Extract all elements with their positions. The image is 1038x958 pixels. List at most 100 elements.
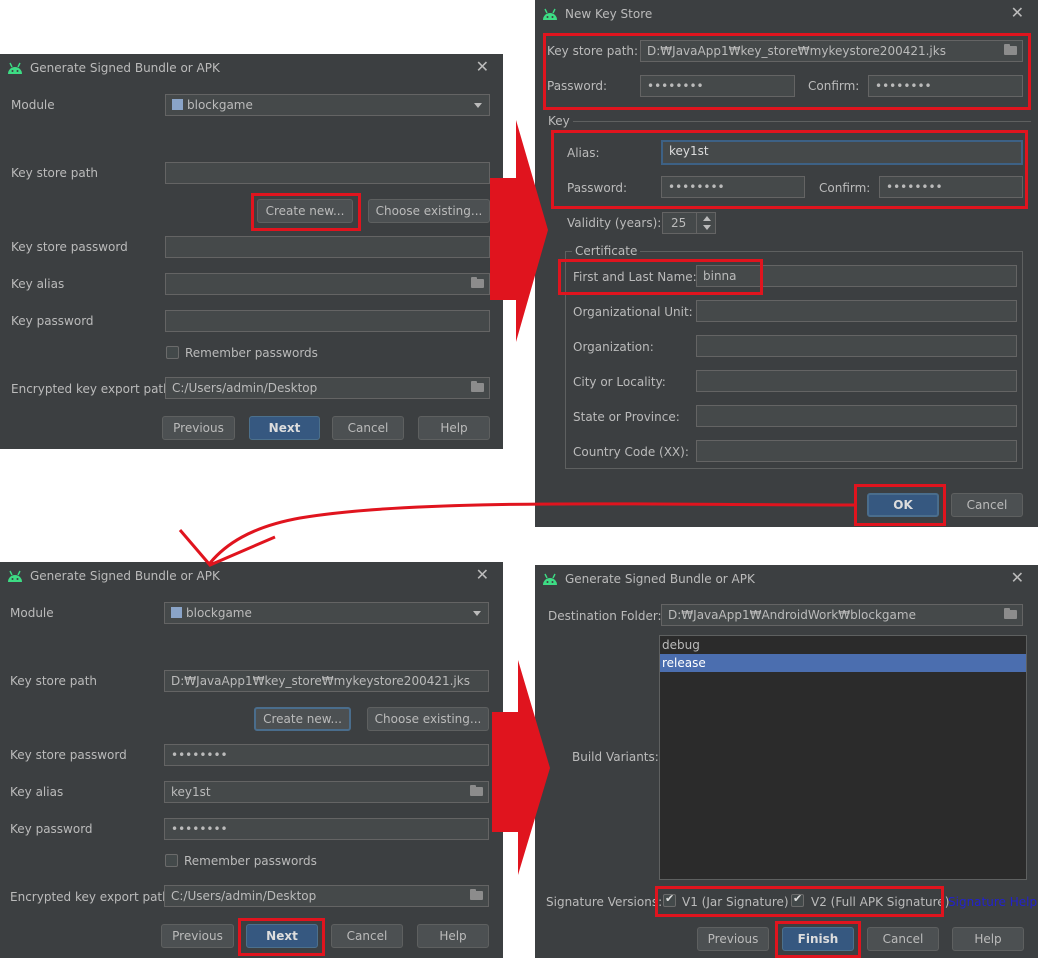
destination-input[interactable]: D:₩JavaApp1₩AndroidWork₩blockgame xyxy=(661,604,1023,626)
dialog-new-key-store: New Key Store ✕ Key store path: D:₩JavaA… xyxy=(535,0,1038,527)
previous-button[interactable]: Previous xyxy=(161,924,234,948)
key-password-input[interactable]: •••••••• xyxy=(164,818,489,840)
folder-icon[interactable] xyxy=(1004,44,1017,55)
export-path-input[interactable]: C:/Users/admin/Desktop xyxy=(164,885,489,907)
keystore-password-label: Key store password xyxy=(10,748,127,762)
choose-existing-button[interactable]: Choose existing... xyxy=(368,199,490,223)
validity-spinner[interactable]: 25 xyxy=(662,212,716,234)
finish-button[interactable]: Finish xyxy=(782,927,854,951)
cancel-button[interactable]: Cancel xyxy=(332,416,404,440)
export-path-input[interactable]: C:/Users/admin/Desktop xyxy=(165,377,490,399)
key-password-input[interactable]: •••••••• xyxy=(661,176,805,198)
alias-input[interactable]: key1st xyxy=(661,140,1023,165)
android-icon xyxy=(8,570,22,582)
cancel-button[interactable]: Cancel xyxy=(867,927,939,951)
close-icon[interactable]: ✕ xyxy=(476,57,489,76)
keystore-path-input[interactable] xyxy=(165,162,490,184)
title-bar: Generate Signed Bundle or APK ✕ xyxy=(535,565,1038,593)
close-icon[interactable]: ✕ xyxy=(1011,3,1024,22)
cancel-button[interactable]: Cancel xyxy=(951,493,1023,517)
remember-passwords-checkbox[interactable] xyxy=(166,346,179,359)
module-icon xyxy=(172,99,183,110)
dialog-title: Generate Signed Bundle or APK xyxy=(30,569,220,583)
city-input[interactable] xyxy=(696,370,1017,392)
close-icon[interactable]: ✕ xyxy=(1011,568,1024,587)
title-bar: New Key Store ✕ xyxy=(535,0,1038,28)
key-password-label: Key password xyxy=(11,314,94,328)
close-icon[interactable]: ✕ xyxy=(476,565,489,584)
next-button[interactable]: Next xyxy=(249,416,320,440)
confirm-label: Confirm: xyxy=(808,79,860,93)
v2-checkbox[interactable] xyxy=(791,892,804,907)
folder-icon[interactable] xyxy=(471,277,484,288)
android-icon xyxy=(8,62,22,74)
validity-value: 25 xyxy=(671,216,687,230)
list-item[interactable]: release xyxy=(660,654,1026,672)
first-last-name-label: First and Last Name: xyxy=(573,270,697,284)
key-group-label: Key xyxy=(545,114,573,128)
dialog-title: Generate Signed Bundle or APK xyxy=(565,572,755,586)
help-button[interactable]: Help xyxy=(417,924,489,948)
choose-existing-button[interactable]: Choose existing... xyxy=(367,707,489,731)
module-select[interactable]: blockgame xyxy=(165,94,490,116)
keystore-path-input[interactable]: D:₩JavaApp1₩key_store₩mykeystore200421.j… xyxy=(164,670,489,692)
previous-button[interactable]: Previous xyxy=(162,416,235,440)
key-alias-input[interactable]: key1st xyxy=(164,781,489,803)
validity-label: Validity (years): xyxy=(567,216,662,230)
folder-icon[interactable] xyxy=(470,785,483,796)
key-password-input[interactable] xyxy=(165,310,490,332)
list-item[interactable]: debug xyxy=(660,636,1026,654)
key-confirm-input[interactable]: •••••••• xyxy=(879,176,1023,198)
first-last-name-input[interactable]: binna xyxy=(696,265,1017,287)
dialog-generate-signed-3: Generate Signed Bundle or APK ✕ Destinat… xyxy=(535,565,1038,958)
module-select[interactable]: blockgame xyxy=(164,602,489,624)
help-button[interactable]: Help xyxy=(952,927,1024,951)
export-path-value: C:/Users/admin/Desktop xyxy=(172,381,318,395)
dialog-generate-signed-2: Generate Signed Bundle or APK ✕ Module b… xyxy=(0,562,503,958)
confirm-input[interactable]: •••••••• xyxy=(868,75,1023,97)
folder-icon[interactable] xyxy=(1004,608,1017,619)
folder-icon[interactable] xyxy=(471,381,484,392)
chevron-down-icon[interactable] xyxy=(703,225,711,230)
signature-help-link[interactable]: Signature Help xyxy=(948,895,1037,909)
dialog-generate-signed-1: Generate Signed Bundle or APK ✕ Module b… xyxy=(0,54,503,449)
chevron-up-icon[interactable] xyxy=(703,216,711,221)
help-button[interactable]: Help xyxy=(418,416,490,440)
remember-passwords-checkbox[interactable] xyxy=(165,854,178,867)
build-variants-list[interactable]: debug release xyxy=(659,635,1027,880)
destination-value: D:₩JavaApp1₩AndroidWork₩blockgame xyxy=(668,608,916,622)
ok-button[interactable]: OK xyxy=(867,493,939,517)
organization-input[interactable] xyxy=(696,335,1017,357)
key-password-label: Key password xyxy=(10,822,93,836)
module-label: Module xyxy=(11,98,55,112)
key-confirm-label: Confirm: xyxy=(819,181,871,195)
v1-label: V1 (Jar Signature) xyxy=(682,895,789,909)
previous-button[interactable]: Previous xyxy=(697,927,769,951)
v1-checkbox[interactable] xyxy=(663,892,676,907)
org-unit-input[interactable] xyxy=(696,300,1017,322)
key-alias-input[interactable] xyxy=(165,273,490,295)
create-new-button[interactable]: Create new... xyxy=(257,199,353,223)
password-input[interactable]: •••••••• xyxy=(640,75,795,97)
export-path-label: Encrypted key export path xyxy=(11,382,171,396)
cancel-button[interactable]: Cancel xyxy=(331,924,403,948)
title-bar: Generate Signed Bundle or APK ✕ xyxy=(0,54,503,82)
country-code-label: Country Code (XX): xyxy=(573,445,689,459)
keystore-password-input[interactable] xyxy=(165,236,490,258)
module-value: blockgame xyxy=(186,606,252,620)
next-button[interactable]: Next xyxy=(246,924,318,948)
certificate-group-label: Certificate xyxy=(572,244,641,258)
key-group-divider xyxy=(547,121,1031,122)
country-code-input[interactable] xyxy=(696,440,1017,462)
export-path-value: C:/Users/admin/Desktop xyxy=(171,889,317,903)
remember-passwords-label: Remember passwords xyxy=(185,346,318,360)
folder-icon[interactable] xyxy=(470,889,483,900)
state-input[interactable] xyxy=(696,405,1017,427)
export-path-label: Encrypted key export path xyxy=(10,890,170,904)
title-bar: Generate Signed Bundle or APK ✕ xyxy=(0,562,503,590)
module-label: Module xyxy=(10,606,54,620)
keystore-password-input[interactable]: •••••••• xyxy=(164,744,489,766)
keystore-path-input[interactable]: D:₩JavaApp1₩key_store₩mykeystore200421.j… xyxy=(640,40,1023,62)
create-new-button[interactable]: Create new... xyxy=(254,707,351,731)
dialog-title: New Key Store xyxy=(565,7,653,21)
